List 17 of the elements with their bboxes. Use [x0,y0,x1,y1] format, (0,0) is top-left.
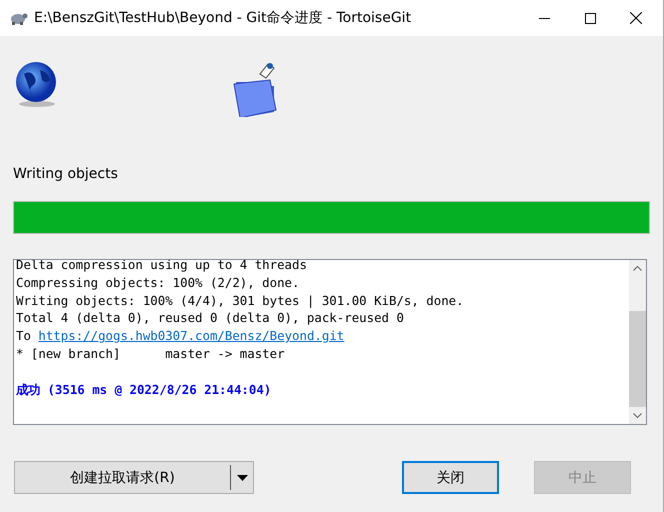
chevron-down-icon[interactable] [633,413,642,418]
log-line: Total 4 (delta 0), reused 0 (delta 0), pack-reused 0 [16,310,404,326]
repository-link[interactable]: https://gogs.hwb0307.com/Bensz/Beyond.git [38,328,344,344]
success-message: 成功 (3516 ms @ 2022/8/26 21:44:04) [16,382,272,397]
window-title: E:\BenszGit\TestHub\Beyond - Git命令进度 - TortoiseGit [34,9,412,27]
chevron-up-icon[interactable] [633,266,642,271]
progress-label: Writing objects [13,166,119,182]
maximize-icon [584,12,596,24]
close-button[interactable]: 关闭 [402,461,499,494]
log-line: Compressing objects: 100% (2/2), done. [16,274,300,290]
log-line: Writing objects: 100% (4/4), 301 bytes | 301.00 KiB/s, done. [16,292,464,308]
log-line: * [new branch] master -> master [16,346,285,361]
close-icon [630,12,642,24]
scrollbar[interactable] [629,260,646,424]
log-line: To [16,328,31,344]
create-pull-request-button[interactable]: 创建拉取请求(R) [14,461,254,494]
caret-icon [236,474,248,480]
